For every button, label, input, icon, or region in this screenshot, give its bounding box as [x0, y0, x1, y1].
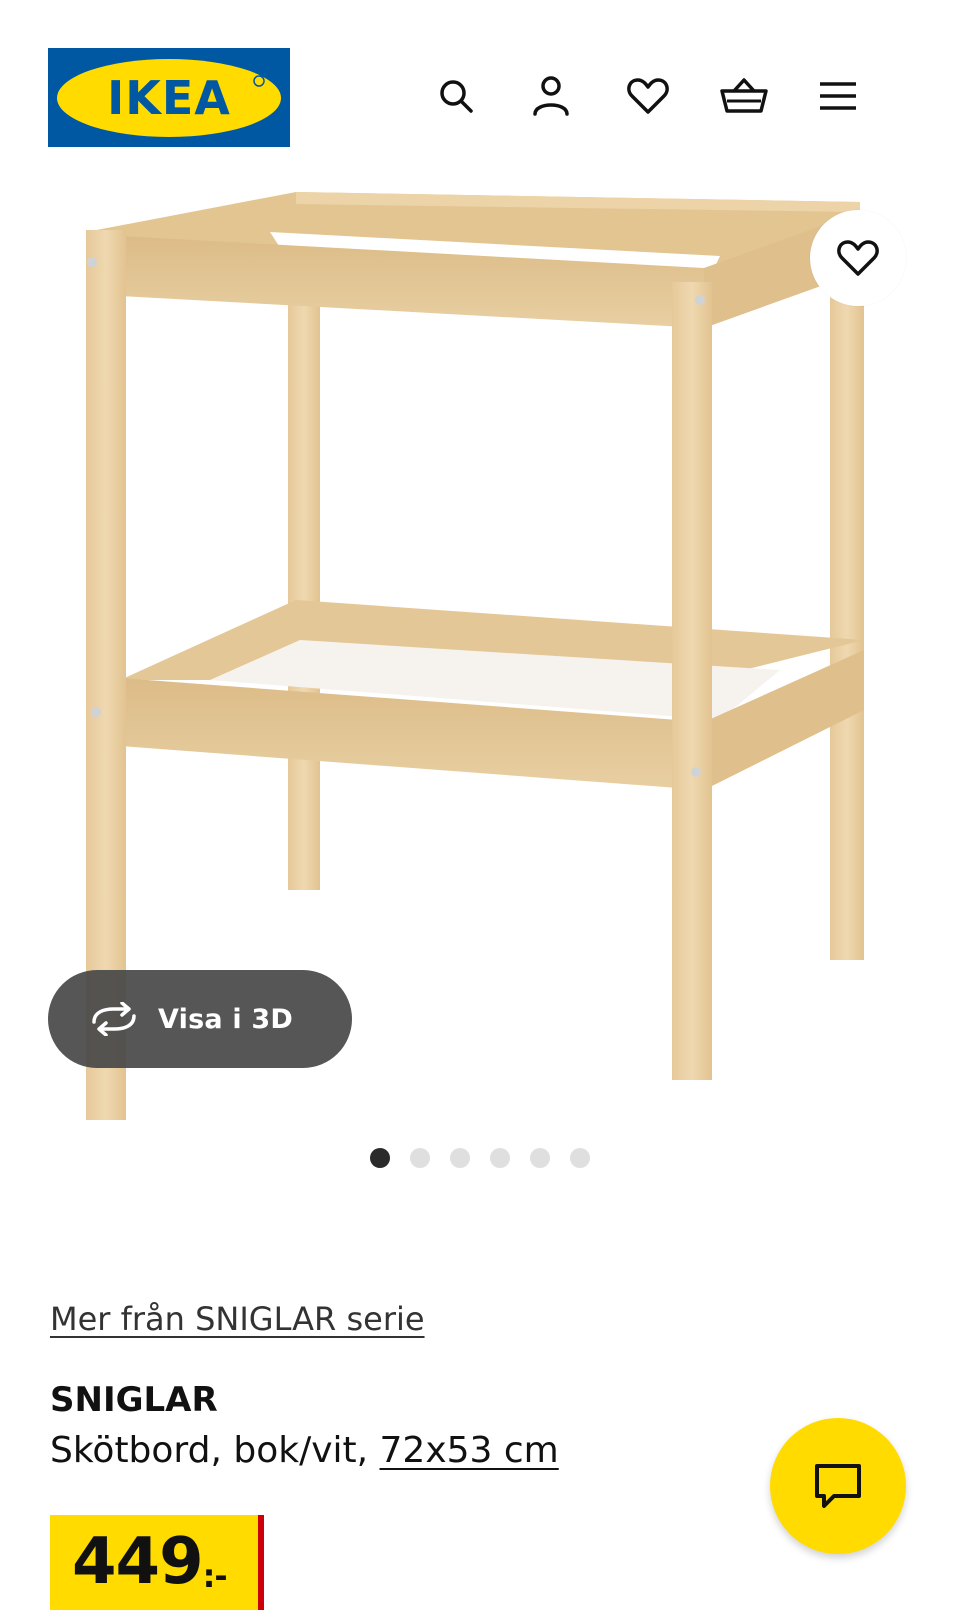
account-icon	[533, 76, 569, 116]
product-gallery[interactable]: Visa i 3D	[0, 190, 960, 1120]
favourites-icon	[627, 78, 669, 114]
price-tag: 449:-	[50, 1515, 258, 1610]
carousel-dot[interactable]	[490, 1148, 510, 1168]
image-carousel-dots	[370, 1148, 590, 1170]
cart-button[interactable]	[718, 70, 770, 122]
search-icon	[440, 80, 473, 113]
heart-icon	[837, 240, 879, 276]
price: 449:-	[72, 1525, 228, 1599]
price-suffix: :-	[202, 1557, 228, 1595]
save-to-favourites-button[interactable]	[810, 210, 906, 306]
menu-button[interactable]	[812, 70, 864, 122]
product-type: Skötbord, bok/vit,	[50, 1430, 369, 1471]
carousel-dot[interactable]	[370, 1148, 390, 1168]
favourites-button[interactable]	[622, 70, 674, 122]
product-dimensions-link[interactable]: 72x53 cm	[380, 1430, 559, 1471]
logo-mark: IKEA	[57, 58, 281, 137]
price-amount: 449	[72, 1525, 204, 1599]
carousel-dot[interactable]	[570, 1148, 590, 1168]
carousel-dot[interactable]	[450, 1148, 470, 1168]
chat-button[interactable]	[770, 1418, 906, 1554]
chat-icon	[815, 1464, 861, 1508]
logo-text: IKEA	[107, 71, 231, 125]
menu-icon	[820, 82, 856, 110]
carousel-dot[interactable]	[530, 1148, 550, 1168]
product-description: Skötbord, bok/vit, 72x53 cm	[50, 1430, 559, 1471]
header: IKEA	[0, 0, 960, 170]
account-button[interactable]	[525, 70, 577, 122]
product-name: SNIGLAR	[50, 1380, 218, 1420]
cart-icon	[720, 78, 768, 113]
carousel-dot[interactable]	[410, 1148, 430, 1168]
rotate-3d-icon	[92, 1002, 136, 1036]
header-icons	[440, 70, 890, 130]
series-link[interactable]: Mer från SNIGLAR serie	[50, 1300, 425, 1338]
ikea-logo[interactable]: IKEA	[48, 48, 290, 147]
view-in-3d-button[interactable]: Visa i 3D	[48, 970, 352, 1068]
search-button[interactable]	[430, 70, 482, 122]
view-in-3d-label: Visa i 3D	[158, 1003, 294, 1035]
